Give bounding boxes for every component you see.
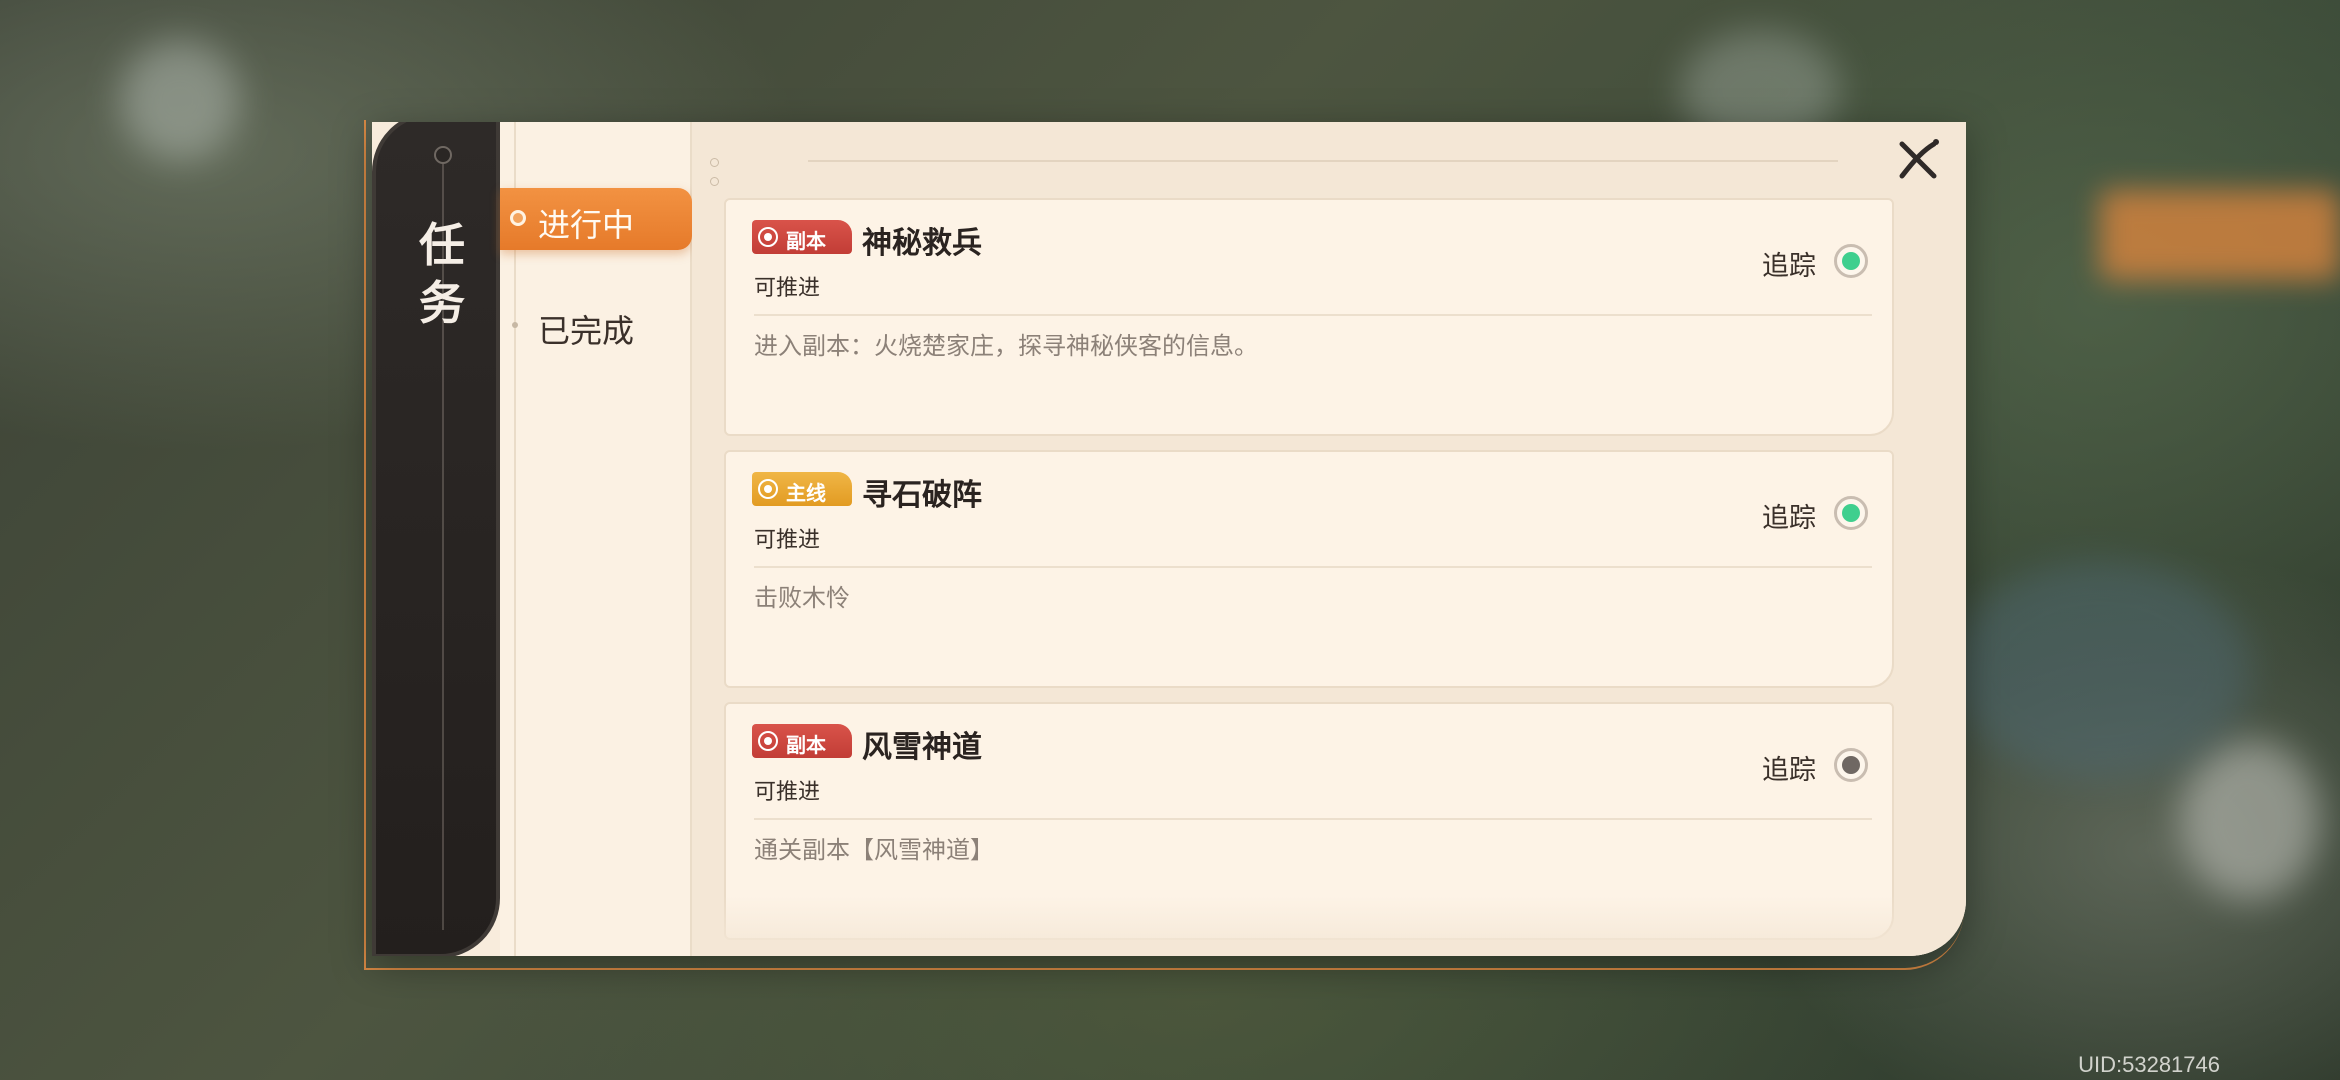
card-divider bbox=[754, 314, 1872, 316]
background-blur bbox=[2180, 740, 2320, 900]
card-divider bbox=[754, 818, 1872, 820]
quest-card[interactable]: 主线 寻石破阵 可推进 追踪 击败木怜 bbox=[724, 450, 1894, 688]
badge-label: 副本 bbox=[786, 733, 826, 757]
panel-title-char-2: 务 bbox=[419, 276, 465, 330]
track-toggle[interactable] bbox=[1834, 748, 1868, 782]
quest-title: 风雪神道 bbox=[862, 730, 982, 765]
track-label: 追踪 bbox=[1762, 251, 1816, 282]
quest-tabs: 进行中 已完成 bbox=[500, 122, 692, 956]
track-toggle[interactable] bbox=[1834, 244, 1868, 278]
quest-type-badge: 副本 bbox=[752, 220, 852, 254]
tab-indicator-icon bbox=[510, 210, 526, 226]
background-blur bbox=[120, 40, 240, 160]
badge-label: 主线 bbox=[786, 481, 826, 505]
tab-completed[interactable]: 已完成 bbox=[500, 294, 692, 356]
quest-panel: 任 务 进行中 已完成 副本 神秘救兵 可推进 追踪 进入副本：火烧楚家庄，探寻… bbox=[372, 122, 1966, 956]
quest-title: 寻石破阵 bbox=[862, 478, 982, 513]
track-label: 追踪 bbox=[1762, 503, 1816, 534]
user-id: UID:53281746 bbox=[2078, 1052, 2220, 1077]
quest-description: 通关副本【风雪神道】 bbox=[754, 836, 994, 864]
top-divider bbox=[808, 160, 1838, 162]
quest-type-badge: 主线 bbox=[752, 472, 852, 506]
background-blur bbox=[1950, 560, 2250, 780]
quest-type-badge: 副本 bbox=[752, 724, 852, 758]
close-button[interactable] bbox=[1890, 132, 1946, 188]
quest-title: 神秘救兵 bbox=[862, 226, 982, 261]
list-fade bbox=[692, 896, 1966, 956]
close-crossed-swords-icon bbox=[1899, 139, 1939, 179]
background-blur-banner bbox=[2100, 190, 2340, 280]
quest-list[interactable]: 副本 神秘救兵 可推进 追踪 进入副本：火烧楚家庄，探寻神秘侠客的信息。 主线 … bbox=[692, 122, 1966, 956]
quest-status: 可推进 bbox=[754, 780, 821, 805]
track-toggle[interactable] bbox=[1834, 496, 1868, 530]
quest-status: 可推进 bbox=[754, 276, 821, 301]
tab-indicator-icon bbox=[512, 322, 518, 328]
tab-label: 进行中 bbox=[538, 206, 635, 244]
quest-description: 击败木怜 bbox=[754, 584, 850, 612]
panel-title: 任 务 bbox=[402, 216, 482, 332]
quest-description: 进入副本：火烧楚家庄，探寻神秘侠客的信息。 bbox=[754, 332, 1258, 360]
badge-label: 副本 bbox=[786, 229, 826, 253]
ornament-dots-icon bbox=[710, 152, 730, 186]
quest-status: 可推进 bbox=[754, 528, 821, 553]
card-divider bbox=[754, 566, 1872, 568]
tab-label: 已完成 bbox=[538, 312, 635, 350]
target-ring-icon bbox=[758, 731, 778, 751]
tab-in-progress[interactable]: 进行中 bbox=[500, 188, 692, 250]
pin-icon bbox=[434, 146, 452, 164]
panel-title-char-1: 任 bbox=[419, 218, 465, 272]
quest-card[interactable]: 副本 神秘救兵 可推进 追踪 进入副本：火烧楚家庄，探寻神秘侠客的信息。 bbox=[724, 198, 1894, 436]
panel-spine: 任 务 bbox=[372, 122, 500, 956]
target-ring-icon bbox=[758, 227, 778, 247]
target-ring-icon bbox=[758, 479, 778, 499]
track-label: 追踪 bbox=[1762, 755, 1816, 786]
